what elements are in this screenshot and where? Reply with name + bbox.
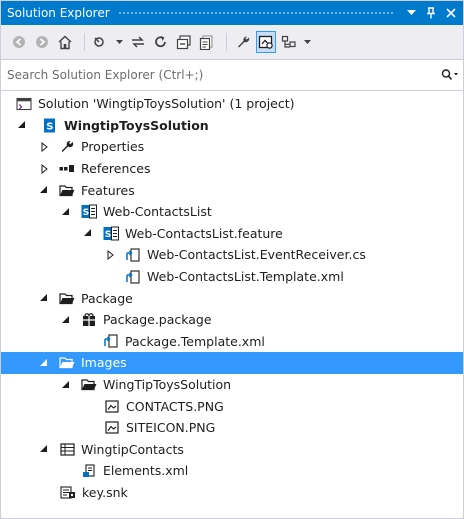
window-position-dropdown-icon[interactable] (403, 5, 419, 21)
tree-row-project[interactable]: S WingtipToysSolution (1, 115, 463, 137)
folder-open-icon (58, 290, 76, 306)
tree-label-event-receiver: Web-ContactsList.EventReceiver.cs (147, 247, 366, 263)
tree-label-features: Features (81, 182, 135, 198)
tree-label-properties: Properties (81, 139, 145, 155)
image-file-icon (103, 420, 121, 436)
search-box (1, 59, 463, 91)
title-bar: Solution Explorer (1, 1, 463, 25)
pending-changes-filter-icon[interactable] (91, 31, 111, 53)
tree-label-images-folder: WingTipToysSolution (103, 377, 232, 393)
tree-row-siteicon-png[interactable]: SITEICON.PNG (1, 417, 463, 439)
svg-text:S: S (83, 208, 89, 218)
window-title: Solution Explorer (7, 6, 110, 20)
list-instance-icon (58, 441, 76, 457)
toolbar-separator (84, 33, 85, 51)
tree-label-key-snk: key.snk (82, 484, 128, 500)
show-all-files-icon[interactable] (197, 31, 217, 53)
tree-label-package-file: Package.package (103, 312, 212, 328)
sharepoint-project-icon: S (41, 117, 59, 133)
tree-row-features[interactable]: Features (1, 179, 463, 201)
collapsed-arrow-icon[interactable] (103, 248, 117, 262)
tree-label-solution: Solution 'WingtipToysSolution' (1 projec… (38, 96, 295, 112)
elements-file-icon (80, 463, 98, 479)
tree-label-images: Images (81, 355, 127, 371)
solution-tree: Solution 'WingtipToysSolution' (1 projec… (1, 93, 463, 503)
back-icon[interactable] (9, 31, 29, 53)
pin-icon[interactable] (423, 5, 439, 21)
search-icon[interactable] (437, 69, 463, 81)
expanded-arrow-icon[interactable] (15, 118, 29, 132)
tree-row-web-contacts-list[interactable]: S Web-ContactsList (1, 201, 463, 223)
collapsed-arrow-icon[interactable] (37, 140, 51, 154)
search-input[interactable] (7, 68, 437, 82)
expanded-arrow-icon[interactable] (81, 226, 95, 240)
expanded-arrow-icon[interactable] (59, 205, 73, 219)
tree-label-contacts-png: CONTACTS.PNG (126, 398, 224, 414)
close-icon[interactable] (443, 5, 459, 21)
folder-open-icon (80, 377, 98, 393)
tree-label-feature-template: Web-ContactsList.Template.xml (147, 269, 344, 285)
linked-file-icon (102, 333, 120, 349)
drag-grip[interactable] (117, 10, 395, 16)
folder-open-icon (58, 355, 76, 371)
expanded-arrow-icon[interactable] (37, 442, 51, 456)
solution-explorer-window: Solution Explorer Search Solution Explor… (0, 0, 464, 519)
tree-label-project: WingtipToysSolution (64, 117, 209, 133)
tree-row-event-receiver[interactable]: Web-ContactsList.EventReceiver.cs (1, 244, 463, 266)
sync-with-active-document-icon[interactable] (128, 31, 148, 53)
collapsed-arrow-icon[interactable] (37, 162, 51, 176)
tree-row-references[interactable]: References (1, 158, 463, 180)
tree-label-feature-file: Web-ContactsList.feature (125, 225, 283, 241)
sharepoint-feature-file-icon: S (102, 225, 120, 241)
tree-row-images-folder[interactable]: WingTipToysSolution (1, 374, 463, 396)
collapse-all-icon[interactable] (174, 31, 194, 53)
tree-label-siteicon-png: SITEICON.PNG (126, 420, 216, 436)
refresh-icon[interactable] (151, 31, 171, 53)
expanded-arrow-icon[interactable] (37, 356, 51, 370)
tree-row-feature-file[interactable]: S Web-ContactsList.feature (1, 223, 463, 245)
tree-row-solution[interactable]: Solution 'WingtipToysSolution' (1 projec… (1, 93, 463, 115)
tree-label-package: Package (81, 290, 133, 306)
tree-row-key-snk[interactable]: key.snk (1, 482, 463, 504)
tree-row-images[interactable]: Images (1, 352, 463, 374)
tree-row-elements-xml[interactable]: Elements.xml (1, 460, 463, 482)
wrench-icon (58, 139, 76, 155)
package-icon (80, 312, 98, 328)
preview-selected-items-icon[interactable] (256, 31, 276, 53)
tree-row-package-template[interactable]: Package.Template.xml (1, 331, 463, 353)
linked-file-icon (124, 269, 142, 285)
tree-row-properties[interactable]: Properties (1, 136, 463, 158)
sharepoint-feature-icon: S (80, 204, 98, 220)
svg-text:S: S (46, 121, 53, 132)
tree-row-wingtip-contacts[interactable]: WingtipContacts (1, 439, 463, 461)
tree-row-feature-template[interactable]: Web-ContactsList.Template.xml (1, 266, 463, 288)
references-icon (58, 161, 76, 177)
tree-label-wingtip-contacts: WingtipContacts (81, 441, 184, 457)
tree-label-elements-xml: Elements.xml (103, 463, 189, 479)
class-view-icon[interactable] (279, 31, 299, 53)
key-file-icon (59, 484, 77, 500)
toolbar (1, 25, 463, 59)
tree-label-web-contacts-list: Web-ContactsList (103, 204, 212, 220)
tree-label-references: References (81, 161, 151, 177)
linked-file-icon (124, 247, 142, 263)
image-file-icon (103, 398, 121, 414)
solution-icon (15, 96, 33, 112)
expanded-arrow-icon[interactable] (37, 291, 51, 305)
tree-label-package-template: Package.Template.xml (125, 333, 265, 349)
expanded-arrow-icon[interactable] (37, 183, 51, 197)
toolbar-separator (226, 33, 227, 51)
filter-dropdown-icon[interactable] (114, 31, 124, 53)
forward-icon[interactable] (32, 31, 52, 53)
properties-wrench-icon[interactable] (233, 31, 253, 53)
expanded-arrow-icon[interactable] (59, 313, 73, 327)
tree-row-package-file[interactable]: Package.package (1, 309, 463, 331)
tree-row-package[interactable]: Package (1, 287, 463, 309)
home-icon[interactable] (55, 31, 75, 53)
folder-open-icon (58, 182, 76, 198)
svg-text:S: S (105, 230, 111, 240)
tree-row-contacts-png[interactable]: CONTACTS.PNG (1, 395, 463, 417)
toolbar-overflow-dropdown-icon[interactable] (302, 31, 312, 53)
expanded-arrow-icon[interactable] (59, 378, 73, 392)
